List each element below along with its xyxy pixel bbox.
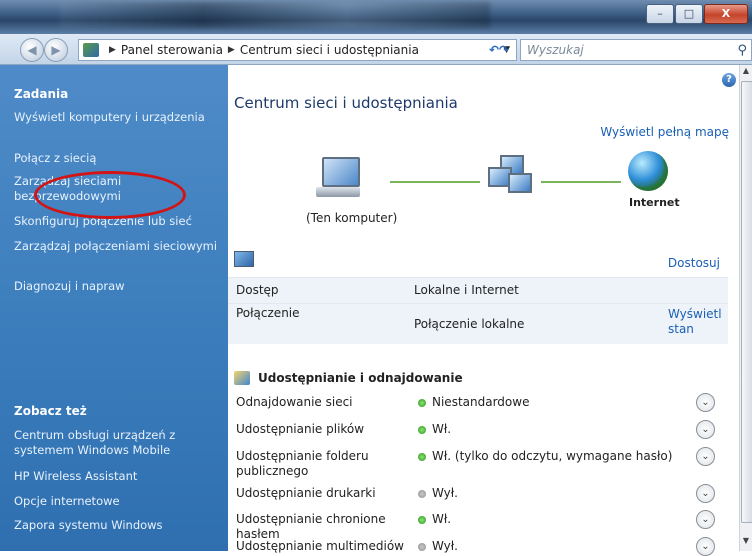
page-title: Centrum sieci i udostępniania: [234, 94, 458, 112]
window-controls: – □ X: [645, 4, 748, 24]
help-icon[interactable]: ?: [722, 73, 736, 87]
sharing-label: Udostępnianie folderu publicznego: [236, 449, 369, 478]
search-input[interactable]: Wyszukaj: [527, 43, 737, 57]
connection-row: Połączenie Połączenie lokalne Wyświetl s…: [228, 303, 728, 344]
maximize-button[interactable]: □: [675, 4, 703, 24]
title-bar: – □ X: [0, 0, 752, 34]
expand-chevron-icon[interactable]: ⌄: [696, 420, 715, 439]
customize-link[interactable]: Dostosuj: [668, 256, 720, 270]
status-on-icon: [418, 453, 426, 461]
connection-label: Połączenie: [236, 306, 300, 320]
forward-arrow-icon: ▶: [51, 43, 61, 57]
network-small-icon: [234, 251, 254, 267]
internet-label: Internet: [629, 196, 680, 209]
this-computer-label: (Ten komputer): [306, 211, 398, 225]
access-row: Dostęp Lokalne i Internet: [228, 277, 728, 303]
sidebar-link-manage-connections[interactable]: Zarządzaj połączeniami sieciowymi: [14, 239, 219, 254]
sharing-value: Wł.: [432, 512, 452, 526]
status-on-icon: [418, 516, 426, 524]
sharing-label: Udostępnianie drukarki: [236, 486, 376, 500]
view-full-map-link[interactable]: Wyświetl pełną mapę: [600, 125, 729, 139]
sidebar-link-internet-options[interactable]: Opcje internetowe: [14, 494, 219, 509]
sharing-value: Wł.: [432, 422, 452, 436]
expand-chevron-icon[interactable]: ⌄: [696, 510, 715, 529]
back-arrow-icon: ◀: [27, 43, 37, 57]
back-button[interactable]: ◀: [20, 38, 44, 62]
red-highlight-ellipse: [34, 171, 186, 219]
sharing-icon: [234, 371, 250, 385]
sharing-value: Wył.: [432, 486, 458, 500]
sharing-heading-text: Udostępnianie i odnajdowanie: [258, 371, 463, 385]
tasks-heading: Zadania: [14, 87, 69, 101]
expand-chevron-icon[interactable]: ⌄: [696, 537, 715, 556]
expand-chevron-icon[interactable]: ⌄: [696, 393, 715, 412]
forward-button[interactable]: ▶: [44, 38, 68, 62]
search-box[interactable]: Wyszukaj ⚲: [520, 39, 752, 61]
title-bar-background: [60, 2, 490, 28]
address-bar: ◀ ▶ ▶ Panel sterowania ▶ Centrum sieci i…: [0, 34, 752, 65]
connection-value[interactable]: Połączenie lokalne: [414, 317, 524, 331]
breadcrumb-network-center[interactable]: Centrum sieci i udostępniania: [240, 43, 419, 57]
breadcrumb-control-panel[interactable]: Panel sterowania: [121, 43, 223, 57]
scrollbar-thumb[interactable]: [741, 81, 752, 523]
computer-icon: [316, 157, 360, 199]
sidebar-link-connect[interactable]: Połącz z siecią: [14, 151, 219, 166]
sharing-value: Niestandardowe: [432, 395, 530, 409]
status-off-icon: [418, 490, 426, 498]
sharing-label: Odnajdowanie sieci: [236, 395, 353, 409]
scroll-up-icon[interactable]: ▲: [740, 66, 752, 80]
main-content: Centrum sieci i udostępniania Wyświetl p…: [228, 65, 740, 556]
status-on-icon: [418, 399, 426, 407]
breadcrumb-separator-icon: ▶: [109, 45, 116, 55]
scroll-down-icon[interactable]: ▼: [740, 536, 752, 550]
expand-chevron-icon[interactable]: ⌄: [696, 484, 715, 503]
search-icon[interactable]: ⚲: [737, 43, 747, 58]
minimize-button[interactable]: –: [646, 4, 674, 24]
internet-globe-icon[interactable]: [628, 151, 668, 191]
status-on-icon: [418, 426, 426, 434]
network-icon[interactable]: [486, 153, 532, 197]
access-label: Dostęp: [236, 283, 279, 297]
access-value: Lokalne i Internet: [414, 283, 519, 297]
close-button[interactable]: X: [704, 4, 748, 24]
connection-line: [390, 181, 480, 183]
see-also-heading: Zobacz też: [14, 404, 87, 418]
view-status-link[interactable]: Wyświetl stan: [668, 307, 728, 337]
sharing-label: Udostępnianie plików: [236, 422, 365, 436]
sidebar-link-mobile-center[interactable]: Centrum obsługi urządzeń z systemem Wind…: [14, 428, 219, 458]
sidebar: Zadania Wyświetl komputery i urządzenia …: [0, 65, 228, 551]
sidebar-link-firewall[interactable]: Zapora systemu Windows: [14, 518, 219, 533]
status-off-icon: [418, 543, 426, 551]
sharing-heading: Udostępnianie i odnajdowanie: [234, 371, 463, 385]
sharing-label: Udostępnianie chronione hasłem: [236, 512, 386, 541]
address-field[interactable]: ▶ Panel sterowania ▶ Centrum sieci i udo…: [78, 39, 517, 61]
vertical-scrollbar[interactable]: ▲ ▼: [739, 65, 752, 551]
sharing-value: Wł. (tylko do odczytu, wymagane hasło): [432, 449, 673, 463]
sidebar-link-diagnose[interactable]: Diagnozuj i napraw: [14, 279, 219, 294]
network-center-icon: [83, 43, 99, 57]
breadcrumb-separator-icon: ▶: [227, 45, 235, 55]
refresh-icon[interactable]: ↶↷: [489, 43, 509, 57]
connection-line: [541, 181, 621, 183]
sharing-label: Udostępnianie multimediów: [236, 539, 404, 553]
sidebar-link-view-computers[interactable]: Wyświetl komputery i urządzenia: [14, 110, 219, 125]
sidebar-link-hp-wireless[interactable]: HP Wireless Assistant: [14, 469, 219, 484]
expand-chevron-icon[interactable]: ⌄: [696, 447, 715, 466]
